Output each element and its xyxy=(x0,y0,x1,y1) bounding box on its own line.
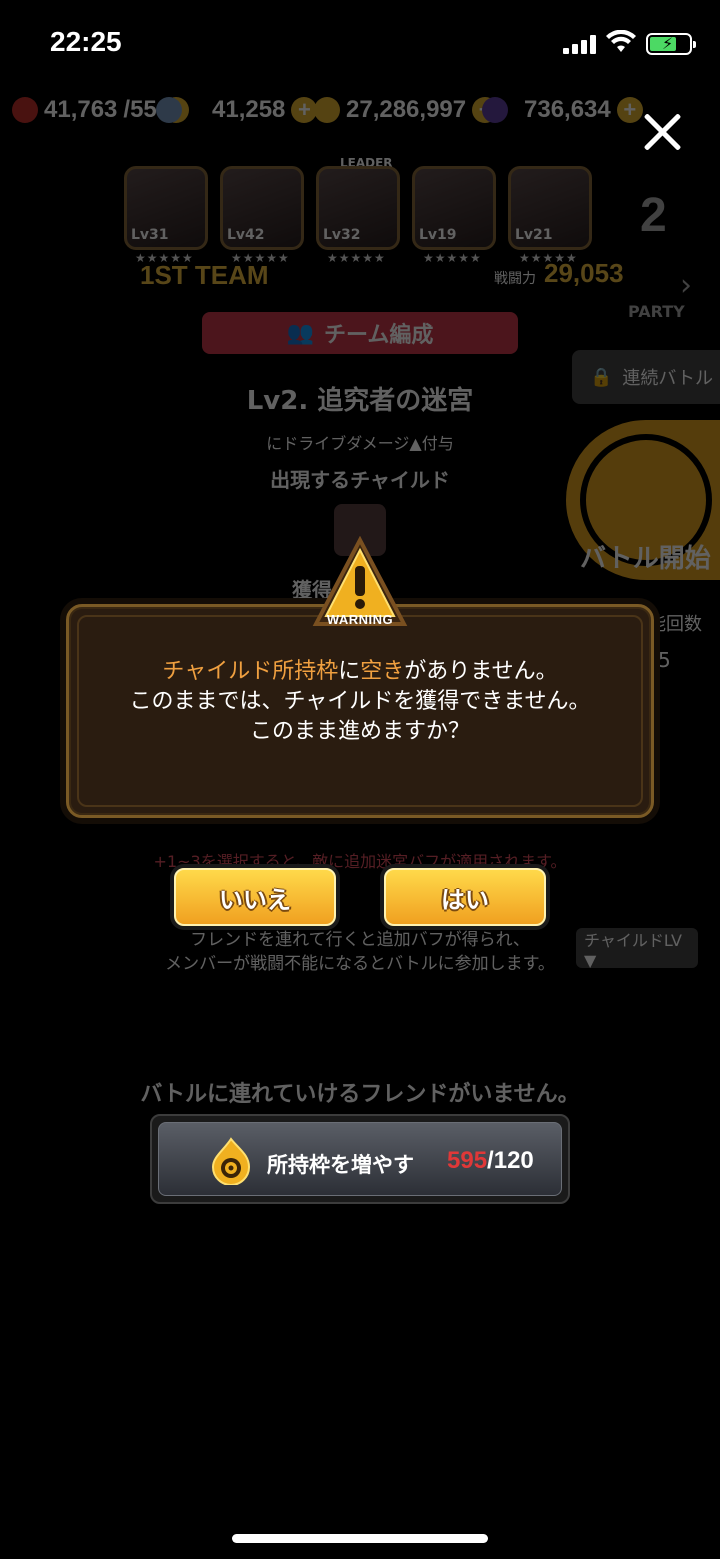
yes-button[interactable]: はい xyxy=(380,864,550,930)
stage-title: Lv2. 追究者の迷宮 xyxy=(246,386,474,416)
dialog-text-span: がありません。 xyxy=(404,659,558,684)
party-text: PARTY xyxy=(628,302,685,321)
party-row: LEADER Lv31 ★★★★★ Lv42 ★★★★★ Lv32 ★★★★★ … xyxy=(0,156,720,321)
crystal-icon xyxy=(482,97,508,123)
party-member-leader[interactable]: Lv32 ★★★★★ xyxy=(316,166,400,265)
yes-button-label: はい xyxy=(384,868,546,926)
remaining-label: 能回数 xyxy=(648,614,702,635)
status-bar: 22:25 ⚡ xyxy=(0,0,720,90)
currency-bar: 41,763/55 + 41,258 + 27,286,997 + 736,63… xyxy=(0,90,720,130)
team-label: 1ST TEAM xyxy=(140,260,269,290)
power-value: 29,053 xyxy=(544,258,624,288)
dark-value: 736,634 xyxy=(524,96,611,123)
stamina-value: 41,763 xyxy=(44,96,118,123)
cellular-signal-icon xyxy=(563,34,599,54)
friend-note-line: フレンドを連れて行くと追加バフが得られ、 xyxy=(190,930,530,950)
remaining-value: 5 xyxy=(658,648,671,672)
child-lv-sort-dropdown[interactable]: チャイルドLV ▼ xyxy=(576,928,698,970)
party-number: 2 xyxy=(640,189,667,242)
warning-dialog: チャイルド所持枠に空きがありません。 このままでは、チャイルドを獲得できません。… xyxy=(66,604,654,818)
users-icon: 👥 xyxy=(286,320,315,346)
buff-note: +1~3を選択すると、敵に追加迷宮バフが適用されます。 xyxy=(153,852,567,871)
member-level: Lv21 xyxy=(515,227,553,243)
dark-currency: 736,634 + xyxy=(482,92,643,128)
next-party-chevron-icon[interactable]: › xyxy=(680,268,692,303)
dialog-text-span: に xyxy=(338,659,361,684)
member-stars: ★★★★★ xyxy=(423,251,482,265)
wifi-icon xyxy=(606,30,636,52)
friend-note: フレンドを連れて行くと追加バフが得られ、 メンバーが戦闘不能になるとバトルに参加… xyxy=(100,928,620,976)
member-level: Lv32 xyxy=(323,227,361,243)
member-stars: ★★★★★ xyxy=(327,251,386,265)
party-member[interactable]: Lv42 ★★★★★ xyxy=(220,166,304,265)
dialog-line-1: チャイルド所持枠に空きがありません。 xyxy=(69,657,651,687)
close-icon[interactable] xyxy=(636,106,688,158)
expand-capacity-label: 所持枠を増やす xyxy=(267,1153,414,1177)
no-button[interactable]: いいえ xyxy=(170,864,340,930)
dialog-message: チャイルド所持枠に空きがありません。 このままでは、チャイルドを獲得できません。… xyxy=(69,657,651,747)
friend-note-line: メンバーが戦闘不能になるとバトルに参加します。 xyxy=(165,954,555,974)
member-level: Lv42 xyxy=(227,227,265,243)
dialog-highlight: 空き xyxy=(360,659,405,684)
gem-currency: 41,258 + xyxy=(156,92,318,128)
expand-capacity-face: 所持枠を増やす 595/120 xyxy=(158,1122,562,1196)
gold-value: 27,286,997 xyxy=(346,96,467,123)
dialog-line-3: このまま進めますか？ xyxy=(249,719,470,744)
gem-value: 41,258 xyxy=(212,96,286,123)
power-label: 戦闘力 xyxy=(494,271,536,287)
warning-label: WARNING xyxy=(326,612,394,627)
dialog-line-2: このままでは、チャイルドを獲得できません。 xyxy=(129,689,591,714)
battery-icon: ⚡ xyxy=(646,33,696,55)
gem-icon xyxy=(156,97,182,123)
capacity-current: 595 xyxy=(447,1147,488,1174)
member-level: Lv31 xyxy=(131,227,169,243)
capacity-count: 595/120 xyxy=(447,1147,534,1175)
gold-currency: 27,286,997 + xyxy=(314,92,499,128)
heart-icon xyxy=(12,97,38,123)
gold-icon xyxy=(314,97,340,123)
member-level: Lv19 xyxy=(419,227,457,243)
home-indicator[interactable] xyxy=(232,1534,488,1543)
no-button-label: いいえ xyxy=(174,868,336,926)
stamina-max: /55 xyxy=(123,96,157,123)
flame-coin-icon xyxy=(211,1137,251,1185)
party-member[interactable]: Lv31 ★★★★★ xyxy=(124,166,208,265)
party-member[interactable]: Lv19 ★★★★★ xyxy=(412,166,496,265)
team-edit-label: チーム編成 xyxy=(324,323,434,348)
team-edit-button[interactable]: 👥 チーム編成 xyxy=(202,312,518,354)
capacity-max: /120 xyxy=(487,1147,534,1174)
party-member[interactable]: Lv21 ★★★★★ xyxy=(508,166,592,265)
no-friend-message: バトルに連れていけるフレンドがいません。 xyxy=(140,1082,580,1107)
battle-start-label: バトル開始 xyxy=(580,544,711,574)
dialog-highlight: チャイルド所持枠 xyxy=(162,659,339,684)
status-time: 22:25 xyxy=(50,26,122,57)
expand-capacity-button[interactable]: 所持枠を増やす 595/120 xyxy=(150,1114,570,1204)
